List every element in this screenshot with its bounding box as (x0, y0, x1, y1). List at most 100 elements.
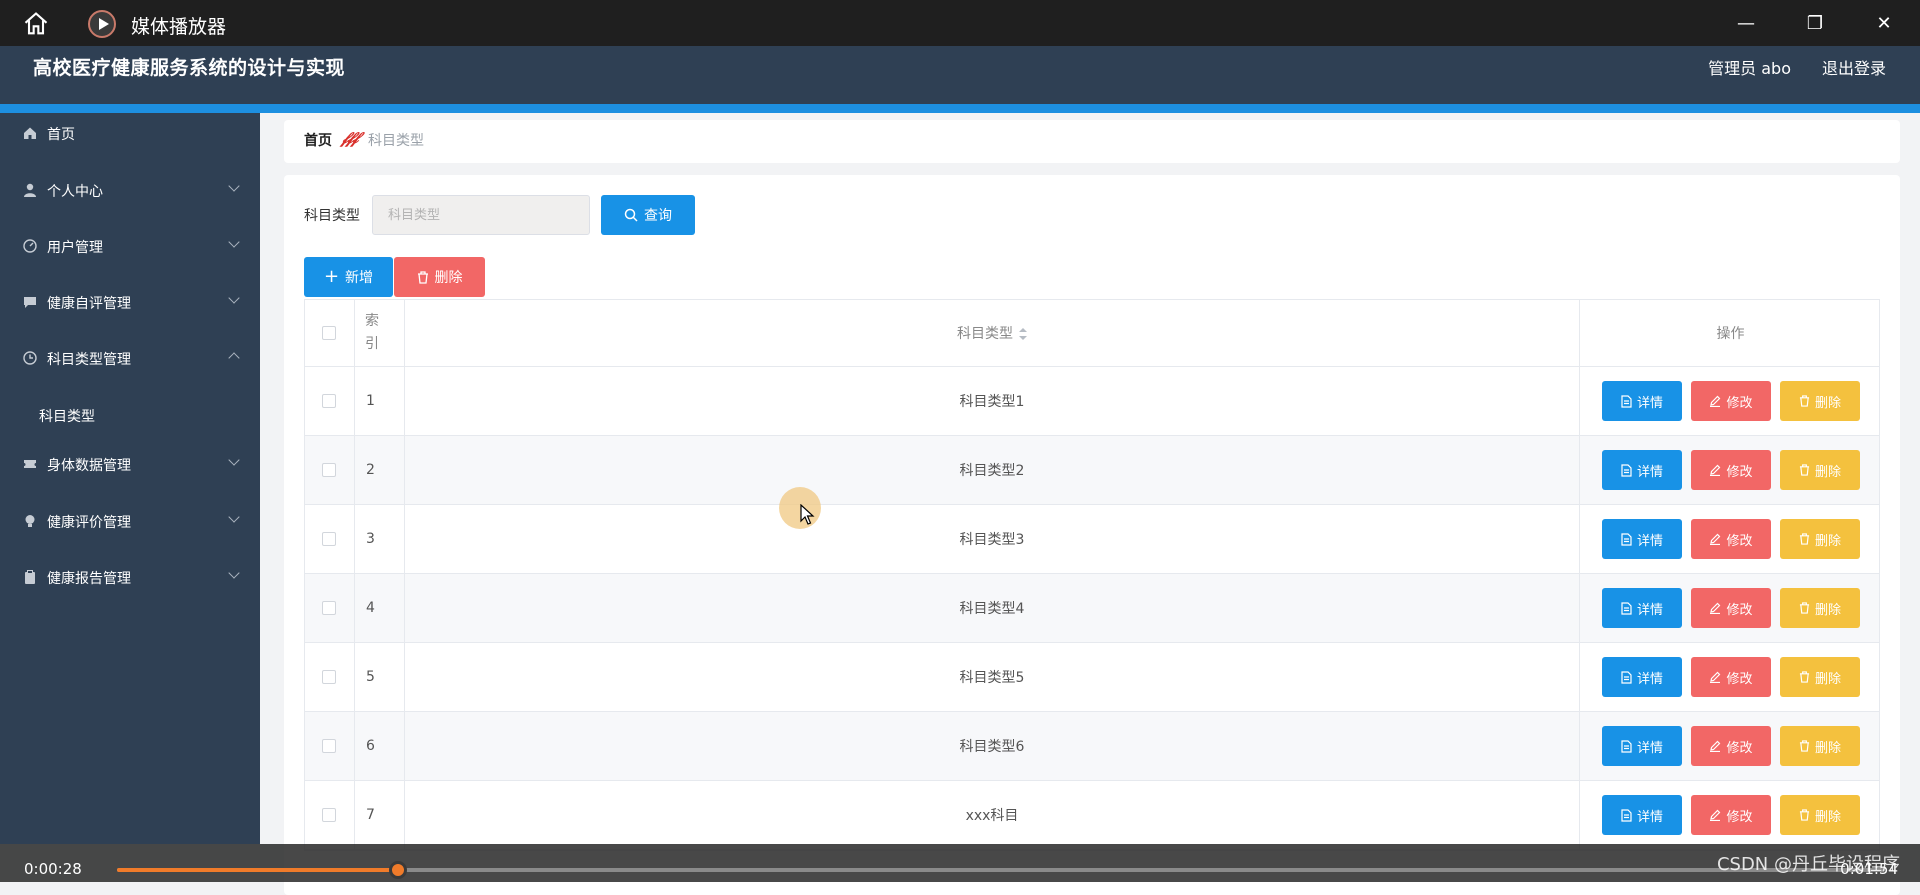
sidebar-item-personal[interactable]: 个人中心 (0, 170, 260, 210)
row-subject-type: xxx科目 (965, 808, 1019, 824)
sidebar-item-health-report[interactable]: 健康报告管理 (0, 557, 260, 597)
row-check-cell (305, 367, 355, 435)
breadcrumb-separator-icon: 𝒻𝒻𝒻 (341, 128, 358, 147)
window-titlebar: 媒体播放器 — ❐ ✕ (0, 0, 1920, 46)
content-panel: 科目类型 查询 + 新增 删除 索引 科目类型 操作 1科目类型1详情修改删除 2… (284, 175, 1900, 895)
breadcrumb-current: 科目类型 (368, 133, 424, 149)
sidebar-item-label: 个人中心 (47, 184, 103, 200)
sidebar-item-self-assessment[interactable]: 健康自评管理 (0, 282, 260, 322)
row-index: 5 (366, 669, 375, 685)
table-row: 6 科目类型6 详情 修改 删除 (305, 712, 1879, 781)
detail-button[interactable]: 详情 (1602, 795, 1682, 835)
row-ops-cell: 详情 修改 删除 (1580, 367, 1881, 435)
detail-button[interactable]: 详情 (1602, 588, 1682, 628)
edit-button[interactable]: 修改 (1691, 726, 1771, 766)
seek-progress (117, 868, 399, 872)
delete-button[interactable]: 删除 (1780, 381, 1860, 421)
row-subject-type: 科目类型6 (959, 739, 1025, 755)
delete-label: 删除 (1814, 533, 1841, 549)
select-all-checkbox[interactable] (322, 326, 336, 340)
delete-button[interactable]: 删除 (1780, 726, 1860, 766)
document-icon (1621, 670, 1632, 684)
query-button[interactable]: 查询 (601, 195, 695, 235)
column-header-index: 索引 (365, 313, 379, 352)
row-index: 4 (366, 600, 375, 616)
row-checkbox[interactable] (322, 739, 336, 753)
add-button[interactable]: + 新增 (304, 257, 393, 297)
logout-link[interactable]: 退出登录 (1822, 55, 1886, 79)
home-icon (24, 127, 36, 139)
delete-button[interactable]: 删除 (1780, 588, 1860, 628)
close-icon[interactable]: ✕ (1870, 10, 1898, 38)
bulb-icon (25, 515, 35, 527)
row-checkbox[interactable] (322, 532, 336, 546)
detail-button[interactable]: 详情 (1602, 657, 1682, 697)
minimize-icon[interactable]: — (1732, 10, 1760, 38)
row-index-cell: 6 (355, 712, 405, 780)
home-icon[interactable] (22, 10, 50, 38)
sidebar-item-users[interactable]: 用户管理 (0, 226, 260, 266)
row-checkbox[interactable] (322, 601, 336, 615)
chevron-down-icon (228, 454, 240, 466)
table-row: 4 科目类型4 详情 修改 删除 (305, 574, 1879, 643)
row-checkbox[interactable] (322, 670, 336, 684)
plus-icon: + (323, 266, 340, 287)
restore-icon[interactable]: ❐ (1801, 10, 1829, 38)
table-row: 2 科目类型2 详情 修改 删除 (305, 436, 1879, 505)
sidebar-item-subject-type-mgmt[interactable]: 科目类型管理 (0, 338, 260, 378)
seek-handle[interactable] (389, 861, 408, 879)
elapsed-time: 0:00:28 (24, 860, 82, 878)
chevron-down-icon (228, 180, 240, 192)
edit-button[interactable]: 修改 (1691, 795, 1771, 835)
edit-button[interactable]: 修改 (1691, 588, 1771, 628)
row-checkbox[interactable] (322, 808, 336, 822)
sidebar-item-body-data[interactable]: 身体数据管理 (0, 444, 260, 484)
row-ops-cell: 详情 修改 删除 (1580, 574, 1881, 642)
sidebar-item-health-evaluation[interactable]: 健康评价管理 (0, 501, 260, 541)
row-index: 2 (366, 462, 375, 478)
sort-icon[interactable] (1019, 328, 1027, 340)
sidebar-item-label: 健康报告管理 (47, 571, 131, 587)
delete-button[interactable]: 删除 (1780, 450, 1860, 490)
row-check-cell (305, 643, 355, 711)
media-player-icon (88, 10, 116, 38)
edit-button[interactable]: 修改 (1691, 657, 1771, 697)
edit-button[interactable]: 修改 (1691, 381, 1771, 421)
delete-button[interactable]: 删除 (1780, 519, 1860, 559)
row-type-cell: 科目类型4 (405, 574, 1580, 642)
header-type-cell[interactable]: 科目类型 (405, 300, 1580, 366)
detail-label: 详情 (1636, 671, 1663, 687)
detail-button[interactable]: 详情 (1602, 450, 1682, 490)
chevron-down-icon (228, 292, 240, 304)
sidebar-item-home[interactable]: 首页 (0, 113, 260, 153)
document-icon (1621, 463, 1632, 477)
trash-icon (1799, 740, 1810, 752)
chevron-down-icon (228, 567, 240, 579)
breadcrumb-home[interactable]: 首页 (304, 130, 332, 150)
detail-button[interactable]: 详情 (1602, 726, 1682, 766)
sidebar-subitem-subject-type[interactable]: 科目类型 (0, 395, 260, 435)
detail-label: 详情 (1636, 602, 1663, 618)
search-input[interactable] (372, 195, 590, 235)
delete-button[interactable]: 删除 (1780, 795, 1860, 835)
header-ops-cell: 操作 (1580, 300, 1881, 366)
trash-icon (1799, 602, 1810, 614)
delete-label: 删除 (1814, 671, 1841, 687)
detail-button[interactable]: 详情 (1602, 381, 1682, 421)
query-button-label: 查询 (644, 208, 672, 224)
edit-label: 修改 (1726, 602, 1753, 618)
table-row: 1 科目类型1 详情 修改 删除 (305, 367, 1879, 436)
trash-icon (417, 270, 428, 284)
detail-button[interactable]: 详情 (1602, 519, 1682, 559)
row-subject-type: 科目类型5 (959, 670, 1025, 686)
batch-delete-button[interactable]: 删除 (394, 257, 485, 297)
row-checkbox[interactable] (322, 394, 336, 408)
delete-button[interactable]: 删除 (1780, 657, 1860, 697)
table-header-row: 索引 科目类型 操作 (305, 300, 1879, 367)
pencil-icon (1710, 602, 1721, 614)
edit-button[interactable]: 修改 (1691, 450, 1771, 490)
edit-button[interactable]: 修改 (1691, 519, 1771, 559)
row-checkbox[interactable] (322, 463, 336, 477)
watermark: CSDN @丹丘毕设程序 (1716, 854, 1900, 875)
seek-bar[interactable] (117, 861, 1885, 879)
